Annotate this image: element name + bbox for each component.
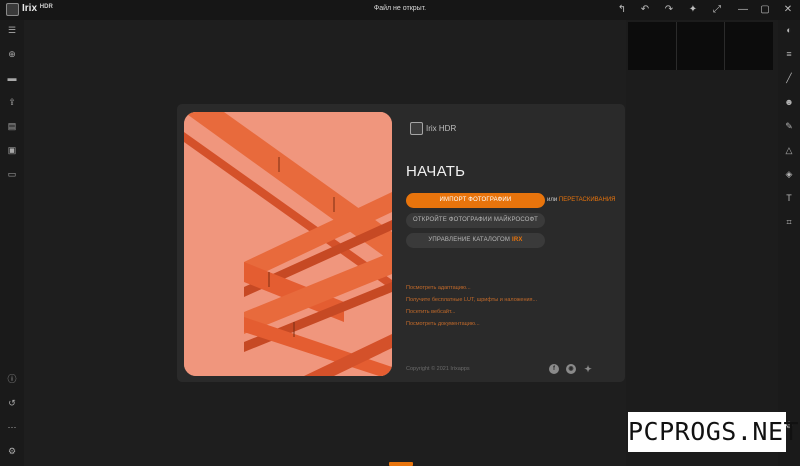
fullscreen-icon[interactable]: ⤢ [709, 2, 725, 18]
more-icon[interactable]: ⋯ [5, 420, 19, 434]
share-icon[interactable]: ↰ [614, 2, 630, 18]
instagram-icon[interactable]: ◉ [566, 364, 576, 374]
drag-link[interactable]: ПЕРЕТАСКИВАНИЯ [559, 197, 616, 203]
crop-icon[interactable]: ⌗ [782, 215, 796, 229]
close-button[interactable]: ✕ [780, 2, 796, 18]
copyright: Copyright © 2021 Irixapps [406, 366, 470, 372]
catalog-button-label: УПРАВЛЕНИЕ КАТАЛОГОМ [428, 237, 511, 243]
info-icon[interactable]: ⓘ [5, 372, 19, 386]
retouch-icon[interactable]: ✎ [782, 119, 796, 133]
history-icon[interactable]: ↺ [5, 396, 19, 410]
drag-hint: или ПЕРЕТАСКИВАНИЯ [547, 197, 615, 203]
brand-name: Irix HDR [426, 124, 457, 133]
open-microsoft-photos-button[interactable]: ОТКРОЙТЕ ФОТОГРАФИИ МАЙКРОСОФТ [406, 213, 545, 228]
panorama-icon[interactable]: ▭ [5, 167, 19, 181]
undo-icon[interactable]: ↶ [637, 2, 653, 18]
manage-catalog-button[interactable]: УПРАВЛЕНИЕ КАТАЛОГОМ IRX [406, 233, 545, 248]
left-toolbar: ☰ ⊕ ▬ ⇪ ▤ ▣ ▭ ⓘ ↺ ⋯ ⚙ [0, 20, 24, 466]
face-icon[interactable]: ☻ [782, 95, 796, 109]
page-title: НАЧАТЬ [406, 163, 466, 180]
link-website[interactable]: Посетить вебсайт... [406, 309, 455, 315]
document-title: Файл не открыт. [373, 5, 427, 12]
gradient-icon[interactable]: △ [782, 143, 796, 157]
magic-wand-icon[interactable]: ✦ [685, 2, 701, 18]
preset-thumbnails [628, 22, 774, 70]
link-free-luts[interactable]: Получите бесплатные LUT, шрифты и наложе… [406, 297, 537, 303]
irix-logo-icon [410, 122, 423, 135]
title-bar: Irix HDR Файл не открыт. ↰ ↶ ↷ ✦ ⤢ — ▢ ✕ [0, 0, 800, 20]
hero-image [184, 112, 392, 376]
minimize-button[interactable]: — [735, 2, 751, 18]
preset-thumbnail[interactable] [628, 22, 676, 70]
preset-panel [626, 20, 778, 466]
right-toolbar: ◐ ≡ ╱ ☻ ✎ △ ◈ T ⌗ ⚙ [778, 20, 800, 466]
preset-thumbnail[interactable] [676, 22, 725, 70]
catalog-button-accent: IRX [512, 237, 523, 243]
bottom-tab-indicator[interactable] [389, 462, 413, 466]
settings-icon[interactable]: ⚙ [5, 444, 19, 458]
brush-icon[interactable]: ╱ [782, 71, 796, 85]
adjust-icon[interactable]: ≡ [782, 47, 796, 61]
folder-icon[interactable]: ▬ [5, 71, 19, 85]
import-photo-button[interactable]: ИМПОРТ ФОТОГРАФИИ [406, 193, 545, 208]
text-icon[interactable]: T [782, 191, 796, 205]
facebook-icon[interactable]: f [549, 364, 559, 374]
layers-icon[interactable]: ◈ [782, 167, 796, 181]
watermark: PCPROGS.NET [628, 412, 799, 452]
preset-thumbnail[interactable] [725, 22, 774, 70]
batch-icon[interactable]: ▤ [5, 119, 19, 133]
redo-icon[interactable]: ↷ [661, 2, 677, 18]
menu-icon[interactable]: ☰ [5, 23, 19, 37]
export-icon[interactable]: ⇪ [5, 95, 19, 109]
staircase-illustration [184, 112, 392, 376]
browser-icon[interactable]: ▣ [5, 143, 19, 157]
or-label: или [547, 197, 558, 203]
link-documentation[interactable]: Посмотреть документацию... [406, 321, 480, 327]
twitter-icon[interactable]: ✦ [583, 364, 593, 374]
link-tutorial[interactable]: Посмотреть адаптацию... [406, 285, 471, 291]
color-icon[interactable]: ◐ [782, 23, 796, 37]
maximize-button[interactable]: ▢ [757, 2, 773, 18]
add-icon[interactable]: ⊕ [5, 47, 19, 61]
